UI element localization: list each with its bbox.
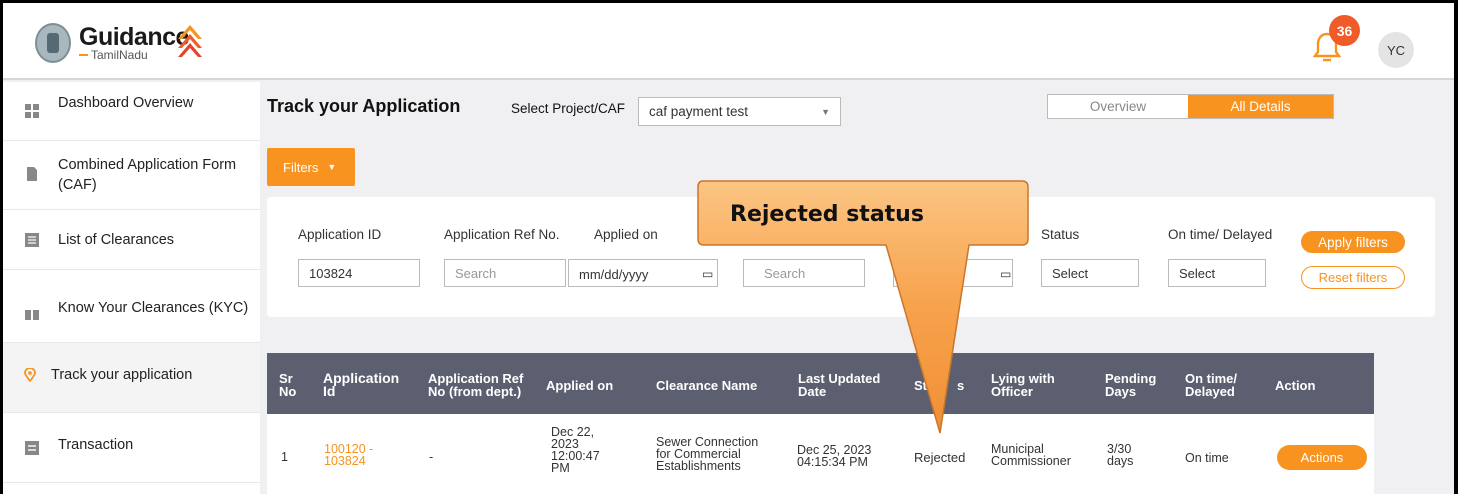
callout-arrow [697,180,1029,434]
callout-text: Rejected status [730,202,924,227]
app-frame: Guidance TamilNadu 36 YC Dashboard Overv… [3,3,1454,494]
